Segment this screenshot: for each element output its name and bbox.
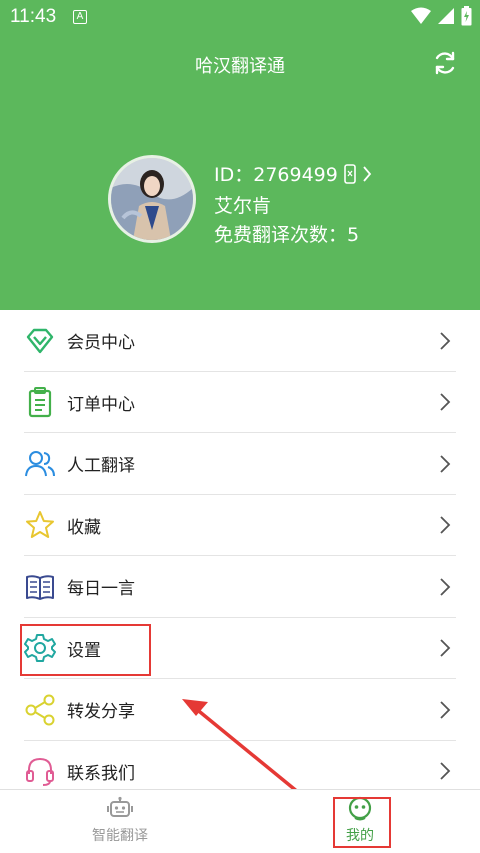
bottom-tab-bar: 智能翻译 我的 xyxy=(0,789,480,853)
menu-item-favorites[interactable]: 收藏 xyxy=(0,495,480,557)
avatar[interactable] xyxy=(108,155,196,243)
user-id: ID：2769499 xyxy=(214,164,338,186)
refresh-icon[interactable] xyxy=(432,50,458,76)
notification-letter-icon: A xyxy=(73,10,87,24)
user-name: 艾尔肯 xyxy=(214,195,272,217)
share-icon xyxy=(24,694,56,726)
chevron-right-icon xyxy=(440,332,451,350)
menu-item-label: 转发分享 xyxy=(67,702,135,723)
star-icon xyxy=(24,509,56,541)
tab-smart-translate[interactable]: 智能翻译 xyxy=(60,796,180,845)
menu-item-human-translation[interactable]: 人工翻译 xyxy=(0,433,480,495)
menu-item-label: 订单中心 xyxy=(67,394,135,415)
avatar-image xyxy=(111,158,193,240)
phone-icon xyxy=(344,163,356,184)
mine-tab-highlight-box xyxy=(333,797,391,848)
menu-item-daily-quote[interactable]: 每日一言 xyxy=(0,556,480,618)
status-icons xyxy=(411,6,472,26)
headset-icon xyxy=(24,755,56,787)
chevron-right-icon xyxy=(440,578,451,596)
user-id-row[interactable]: ID：2769499 xyxy=(214,160,372,187)
chevron-right-icon xyxy=(440,639,451,657)
battery-icon xyxy=(461,6,472,26)
app-title: 哈汉翻译通 xyxy=(195,56,285,77)
chevron-right-icon xyxy=(363,165,372,182)
chevron-right-icon xyxy=(440,762,451,780)
tab-label: 智能翻译 xyxy=(92,828,148,844)
chevron-right-icon xyxy=(440,516,451,534)
profile-header: 11:43 A 哈汉翻译通 ID：2769499 艾尔肯 免费翻译次数：5 xyxy=(0,0,480,310)
status-time: 11:43 xyxy=(10,6,57,27)
free-translation-count: 免费翻译次数：5 xyxy=(214,224,360,246)
clipboard-icon xyxy=(24,386,56,418)
menu-item-label: 每日一言 xyxy=(67,579,135,600)
menu-item-membership[interactable]: 会员中心 xyxy=(0,310,480,372)
status-bar: 11:43 A xyxy=(0,0,480,34)
menu-item-label: 收藏 xyxy=(67,517,101,538)
book-icon xyxy=(24,571,56,603)
menu-item-orders[interactable]: 订单中心 xyxy=(0,372,480,434)
chevron-right-icon xyxy=(440,701,451,719)
menu-item-label: 会员中心 xyxy=(67,333,135,354)
settings-highlight-box xyxy=(20,624,151,676)
menu-list: 会员中心 订单中心 人工翻译 收藏 每日一言 设置 转发分享 联系我们 xyxy=(0,310,480,802)
robot-icon xyxy=(107,796,133,817)
users-icon xyxy=(24,448,56,480)
diamond-icon xyxy=(24,325,56,357)
chevron-right-icon xyxy=(440,393,451,411)
menu-item-label: 联系我们 xyxy=(67,763,135,784)
menu-item-label: 人工翻译 xyxy=(67,456,135,477)
wifi-icon xyxy=(411,7,431,24)
signal-icon xyxy=(438,8,454,24)
chevron-right-icon xyxy=(440,455,451,473)
menu-item-share[interactable]: 转发分享 xyxy=(0,679,480,741)
